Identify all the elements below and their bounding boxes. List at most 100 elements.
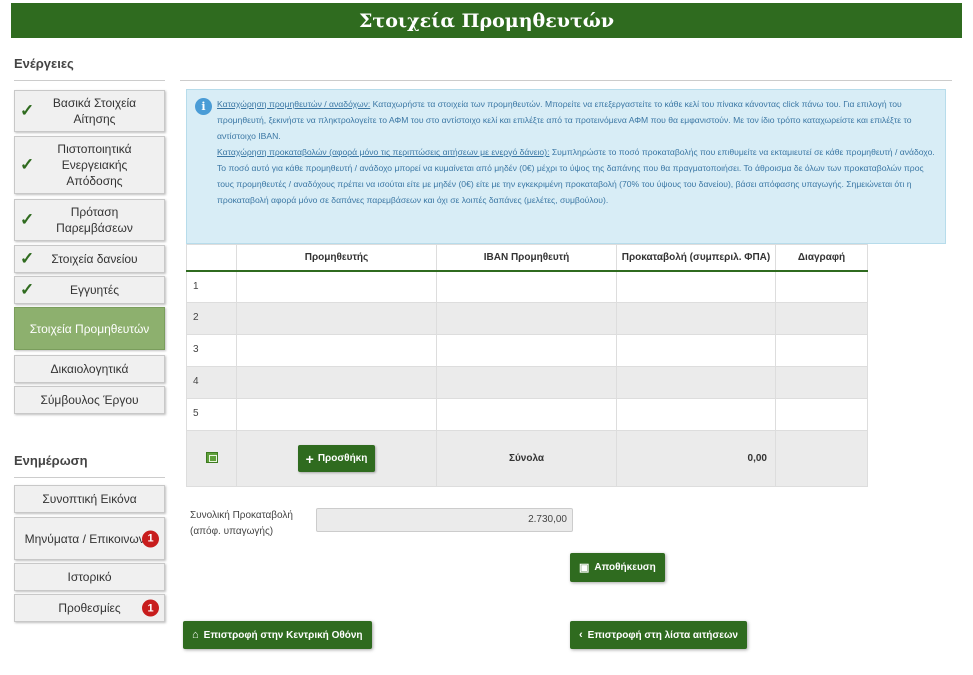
col-header-delete: Διαγραφή bbox=[775, 244, 868, 272]
col-header-iban: IBAN Προμηθευτή bbox=[436, 244, 617, 272]
supplier-cell[interactable] bbox=[236, 302, 437, 335]
advance-cell[interactable] bbox=[616, 398, 776, 431]
totals-label: Σύνολα bbox=[436, 430, 617, 487]
nav-history[interactable]: Ιστορικό bbox=[14, 563, 165, 591]
advance-cell[interactable] bbox=[616, 302, 776, 335]
nav-label: Δικαιολογητικά bbox=[50, 362, 129, 376]
supplier-cell[interactable] bbox=[236, 270, 437, 303]
supplier-cell[interactable] bbox=[236, 366, 437, 399]
nav-documents[interactable]: Δικαιολογητικά bbox=[14, 355, 165, 383]
info-paragraph-suppliers: Καταχώρηση προμηθευτών / αναδόχων: Καταχ… bbox=[217, 96, 937, 144]
home-icon: ⌂ bbox=[192, 629, 199, 641]
nav-suppliers[interactable]: Στοιχεία Προμηθευτών bbox=[14, 307, 165, 350]
delete-cell[interactable] bbox=[775, 366, 868, 399]
total-advance-field: 2.730,00 bbox=[316, 508, 573, 532]
iban-cell[interactable] bbox=[436, 366, 617, 399]
nav-label: Πιστοποιητικά Ενεργειακής Απόδοσης bbox=[57, 142, 132, 188]
add-label: Προσθήκη bbox=[317, 453, 368, 464]
deadlines-badge: 1 bbox=[142, 599, 159, 617]
col-header-index bbox=[186, 244, 237, 272]
page-title: Στοιχεία Προμηθευτών bbox=[359, 9, 614, 32]
col-header-advance: Προκαταβολή (συμπεριλ. ΦΠΑ) bbox=[616, 244, 776, 272]
delete-cell[interactable] bbox=[775, 398, 868, 431]
nav-guarantors[interactable]: ✓ Εγγυητές bbox=[14, 276, 165, 304]
nav-label: Εγγυητές bbox=[69, 283, 120, 297]
nav-overview[interactable]: Συνοπτική Εικόνα bbox=[14, 485, 165, 513]
export-cell bbox=[186, 430, 237, 487]
advance-cell[interactable] bbox=[616, 334, 776, 367]
delete-cell[interactable] bbox=[775, 302, 868, 335]
advance-cell[interactable] bbox=[616, 270, 776, 303]
row-number: 1 bbox=[186, 270, 237, 303]
save-label: Αποθήκευση bbox=[594, 562, 656, 573]
info-paragraph-advances: Καταχώρηση προκαταβολών (αφορά μόνο τις … bbox=[217, 144, 937, 208]
totals-row: + Προσθήκη Σύνολα 0,00 bbox=[186, 430, 868, 487]
back-list-label: Επιστροφή στη λίστα αιτήσεων bbox=[587, 629, 738, 641]
row-number: 4 bbox=[186, 366, 237, 399]
nav-label: Στοιχεία Προμηθευτών bbox=[29, 321, 150, 336]
check-icon: ✓ bbox=[20, 101, 35, 120]
chevron-left-icon: ‹ bbox=[579, 629, 583, 641]
info-heading-advances: Καταχώρηση προκαταβολών (αφορά μόνο τις … bbox=[217, 147, 550, 157]
check-icon: ✓ bbox=[20, 280, 35, 299]
info-icon: i bbox=[195, 98, 212, 115]
iban-cell[interactable] bbox=[436, 302, 617, 335]
floppy-disk-icon: ▣ bbox=[579, 562, 590, 574]
nav-loan-details[interactable]: ✓ Στοιχεία δανείου bbox=[14, 245, 165, 273]
add-cell: + Προσθήκη bbox=[236, 430, 437, 487]
nav-messages[interactable]: Μηνύματα / Επικοινωνία 1 bbox=[14, 517, 165, 560]
messages-badge: 1 bbox=[142, 530, 159, 547]
excel-export-icon[interactable] bbox=[205, 451, 218, 463]
save-button[interactable]: ▣ Αποθήκευση bbox=[570, 553, 665, 582]
nav-label: Συνοπτική Εικόνα bbox=[42, 492, 137, 506]
suppliers-table: Προμηθευτής IBAN Προμηθευτή Προκαταβολή … bbox=[186, 244, 868, 487]
info-section-title: Ενημέρωση bbox=[14, 453, 165, 478]
iban-cell[interactable] bbox=[436, 334, 617, 367]
nav-deadlines[interactable]: Προθεσμίες 1 bbox=[14, 594, 165, 622]
check-icon: ✓ bbox=[20, 249, 35, 268]
delete-cell[interactable] bbox=[775, 334, 868, 367]
supplier-cell[interactable] bbox=[236, 398, 437, 431]
advance-cell[interactable] bbox=[616, 366, 776, 399]
row-number: 5 bbox=[186, 398, 237, 431]
home-label: Επιστροφή στην Κεντρική Οθόνη bbox=[203, 629, 363, 641]
total-advance-label: Συνολική Προκαταβολή (απόφ. υπαγωγής) bbox=[190, 508, 293, 540]
nav-label: Σύμβουλος Έργου bbox=[40, 393, 139, 407]
check-icon: ✓ bbox=[20, 155, 35, 174]
table-row: 4 bbox=[186, 366, 868, 399]
row-number: 2 bbox=[186, 302, 237, 335]
nav-label: Στοιχεία δανείου bbox=[51, 252, 138, 266]
total-advance-label-line2: (απόφ. υπαγωγής) bbox=[190, 526, 274, 537]
main-divider bbox=[180, 80, 952, 81]
supplier-cell[interactable] bbox=[236, 334, 437, 367]
actions-section-title: Ενέργειες bbox=[14, 56, 165, 81]
nav-label: Ιστορικό bbox=[67, 570, 112, 584]
add-supplier-button[interactable]: + Προσθήκη bbox=[297, 445, 376, 472]
nav-interventions-proposal[interactable]: ✓ Πρόταση Παρεμβάσεων bbox=[14, 199, 165, 241]
info-alert: i Καταχώρηση προμηθευτών / αναδόχων: Κατ… bbox=[186, 89, 946, 244]
col-header-supplier: Προμηθευτής bbox=[236, 244, 437, 272]
table-row: 2 bbox=[186, 302, 868, 335]
nav-project-advisor[interactable]: Σύμβουλος Έργου bbox=[14, 386, 165, 414]
nav-label: Μηνύματα / Επικοινωνία bbox=[24, 531, 155, 546]
total-advance-label-line1: Συνολική Προκαταβολή bbox=[190, 510, 293, 521]
iban-cell[interactable] bbox=[436, 270, 617, 303]
home-button[interactable]: ⌂ Επιστροφή στην Κεντρική Οθόνη bbox=[183, 621, 372, 649]
nav-energy-certificates[interactable]: ✓ Πιστοποιητικά Ενεργειακής Απόδοσης bbox=[14, 136, 165, 194]
table-row: 1 bbox=[186, 270, 868, 303]
table-header-row: Προμηθευτής IBAN Προμηθευτή Προκαταβολή … bbox=[186, 244, 868, 272]
table-row: 3 bbox=[186, 334, 868, 367]
check-icon: ✓ bbox=[20, 210, 35, 229]
back-to-list-button[interactable]: ‹ Επιστροφή στη λίστα αιτήσεων bbox=[570, 621, 747, 649]
delete-cell[interactable] bbox=[775, 270, 868, 303]
totals-value: 0,00 bbox=[616, 430, 776, 487]
page-header: Στοιχεία Προμηθευτών bbox=[11, 3, 962, 38]
row-number: 3 bbox=[186, 334, 237, 367]
info-heading-suppliers: Καταχώρηση προμηθευτών / αναδόχων: bbox=[217, 99, 371, 109]
nav-label: Προθεσμίες bbox=[58, 601, 121, 615]
nav-label: Βασικά Στοιχεία Αίτησης bbox=[52, 96, 137, 126]
nav-basic-info[interactable]: ✓ Βασικά Στοιχεία Αίτησης bbox=[14, 90, 165, 132]
iban-cell[interactable] bbox=[436, 398, 617, 431]
totals-empty bbox=[775, 430, 868, 487]
plus-icon: + bbox=[305, 450, 314, 467]
